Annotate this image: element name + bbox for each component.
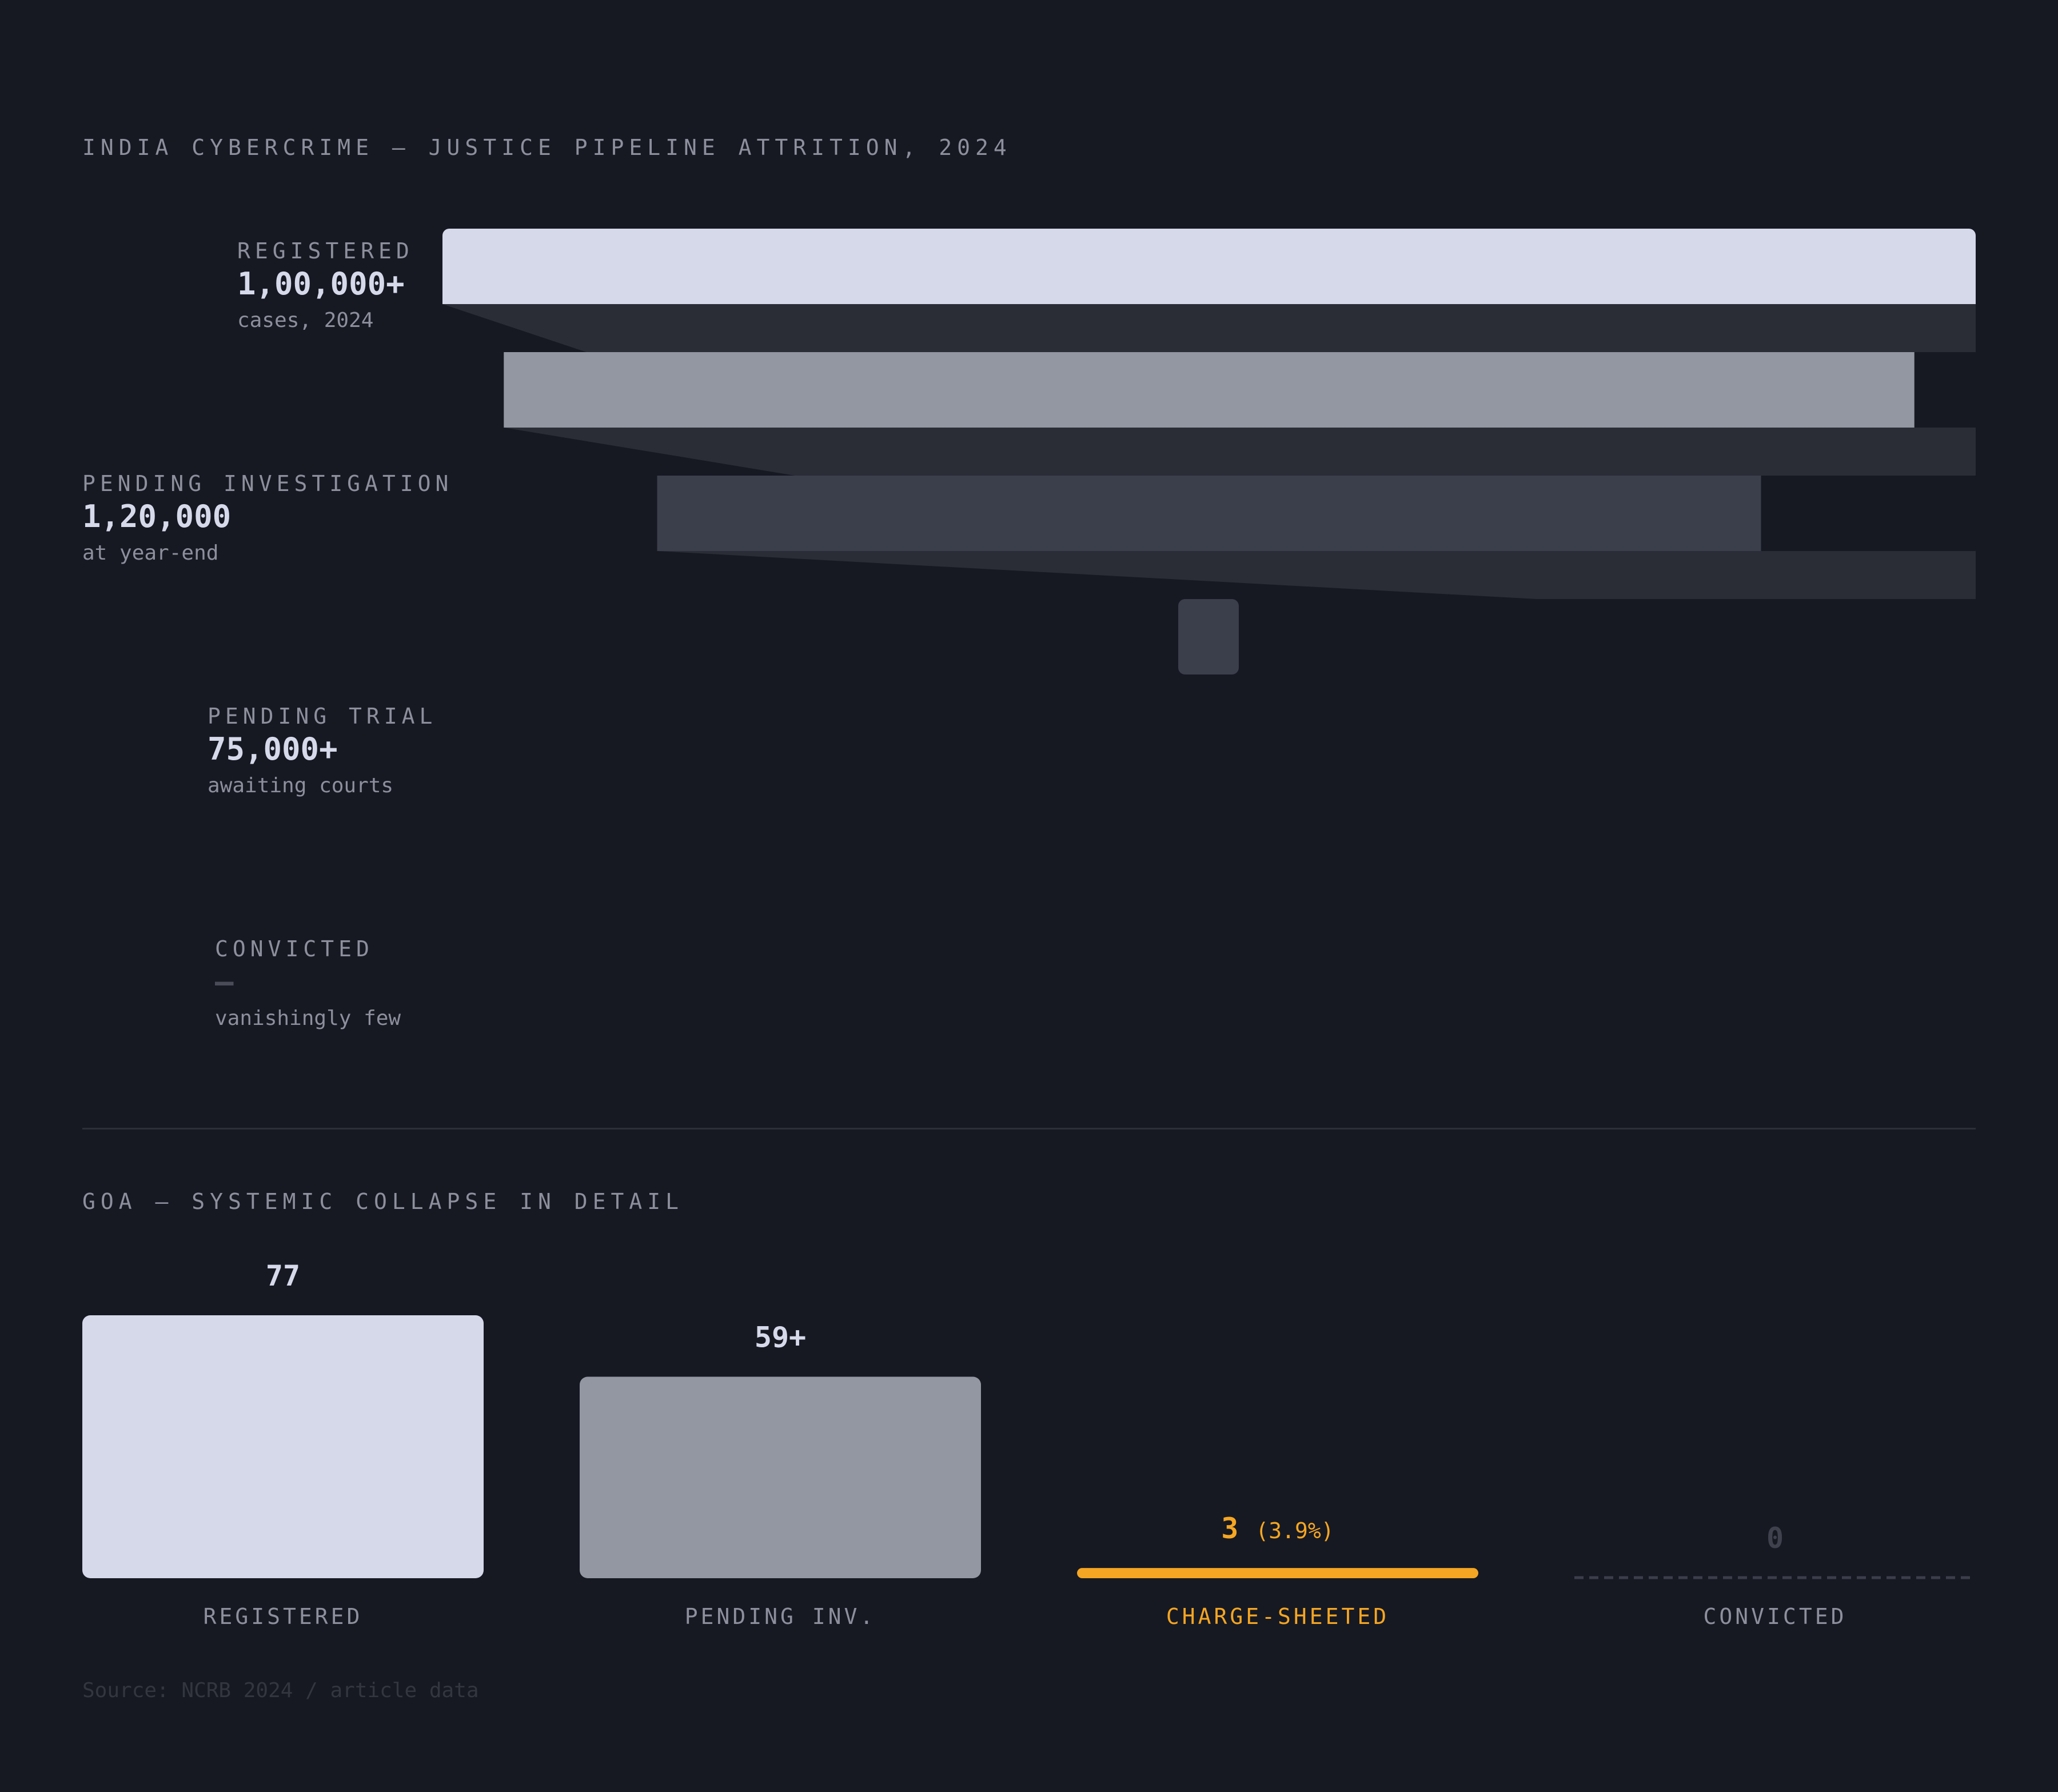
goa-category-label: CONVICTED xyxy=(1704,1604,1847,1629)
goa-value-label: 0 xyxy=(1766,1522,1784,1555)
goa-bar-registered xyxy=(82,1315,484,1578)
goa-bar-pending-inv xyxy=(580,1376,981,1578)
goa-category-label: REGISTERED xyxy=(204,1604,363,1629)
goa-bar-charge-sheeted xyxy=(1077,1568,1478,1578)
goa-value-label: 3 (3.9%) xyxy=(1221,1512,1334,1545)
goa-value-label: 59+ xyxy=(755,1321,806,1354)
goa-value-label: 77 xyxy=(266,1259,300,1292)
goa-chart: 77 REGISTERED 59+ PENDING INV. 3 (3.9%) CHARGE… xyxy=(82,1259,1976,1629)
goa-category-label: PENDING INV. xyxy=(685,1604,876,1629)
source-note: Source: NCRB 2024 / article data xyxy=(82,1679,479,1702)
goa-category-label: CHARGE-SHEETED xyxy=(1166,1604,1389,1629)
